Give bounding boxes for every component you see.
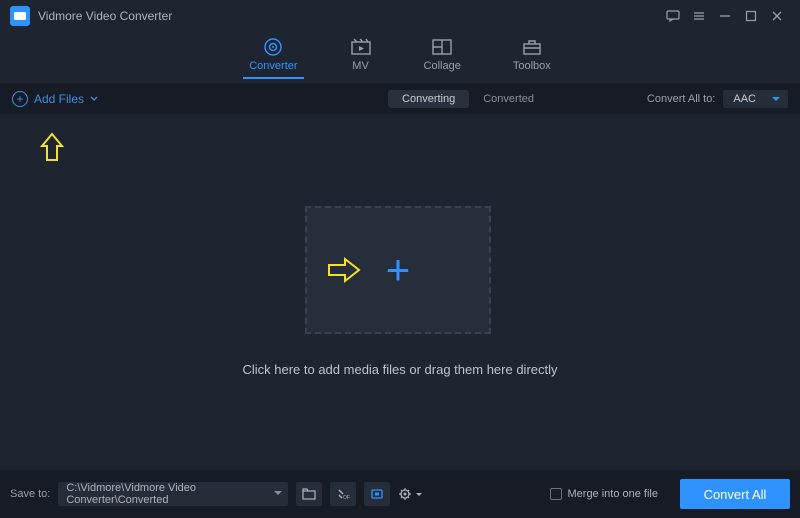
converting-tab[interactable]: Converting bbox=[388, 90, 469, 108]
footer: Save to: C:\Vidmore\Vidmore Video Conver… bbox=[0, 470, 800, 518]
titlebar: Vidmore Video Converter bbox=[0, 0, 800, 32]
tab-toolbox[interactable]: Toolbox bbox=[513, 38, 551, 78]
add-files-label: Add Files bbox=[34, 92, 84, 106]
status-segment: Converting Converted bbox=[388, 90, 534, 108]
chevron-down-icon bbox=[416, 493, 422, 499]
format-value: AAC bbox=[733, 93, 756, 105]
gpu-button[interactable] bbox=[364, 482, 390, 506]
annotation-arrow-up bbox=[40, 132, 64, 162]
save-path-select[interactable]: C:\Vidmore\Vidmore Video Converter\Conve… bbox=[58, 482, 288, 506]
add-files-button[interactable]: + Add Files bbox=[12, 91, 98, 107]
close-icon[interactable] bbox=[764, 3, 790, 29]
tab-mv[interactable]: MV bbox=[350, 38, 372, 78]
converted-tab[interactable]: Converted bbox=[483, 93, 534, 105]
checkbox-icon bbox=[550, 488, 562, 500]
open-folder-button[interactable] bbox=[296, 482, 322, 506]
convert-all-label: Convert All to: bbox=[647, 93, 715, 105]
merge-checkbox[interactable]: Merge into one file bbox=[550, 488, 659, 500]
chevron-down-icon bbox=[90, 96, 98, 102]
maximize-icon[interactable] bbox=[738, 3, 764, 29]
menu-icon[interactable] bbox=[686, 3, 712, 29]
main-tabs: Converter MV Collage Toolbox bbox=[0, 32, 800, 84]
main-area: + Click here to add media files or drag … bbox=[0, 114, 800, 470]
tab-converter[interactable]: Converter bbox=[249, 38, 297, 78]
plus-circle-icon: + bbox=[12, 91, 28, 107]
tab-label: Converter bbox=[249, 60, 297, 72]
convert-all-button[interactable]: Convert All bbox=[680, 479, 790, 509]
save-path-value: C:\Vidmore\Vidmore Video Converter\Conve… bbox=[66, 482, 280, 506]
settings-button[interactable] bbox=[398, 487, 422, 501]
converter-icon bbox=[262, 38, 284, 56]
convert-all-to: Convert All to: AAC bbox=[647, 90, 788, 108]
toolbar: + Add Files Converting Converted Convert… bbox=[0, 84, 800, 114]
feedback-icon[interactable] bbox=[660, 3, 686, 29]
app-logo bbox=[10, 6, 30, 26]
tab-label: Toolbox bbox=[513, 60, 551, 72]
save-to-label: Save to: bbox=[10, 488, 50, 500]
gear-icon bbox=[398, 487, 412, 501]
merge-label: Merge into one file bbox=[568, 488, 659, 500]
dropzone[interactable]: + bbox=[305, 206, 491, 334]
tab-collage[interactable]: Collage bbox=[424, 38, 461, 78]
speed-button[interactable]: OFF bbox=[330, 482, 356, 506]
toolbox-icon bbox=[521, 38, 543, 56]
dropzone-hint: Click here to add media files or drag th… bbox=[0, 362, 800, 377]
plus-icon: + bbox=[386, 246, 411, 294]
output-format-select[interactable]: AAC bbox=[723, 90, 788, 108]
chevron-down-icon bbox=[274, 491, 282, 499]
tab-label: Collage bbox=[424, 60, 461, 72]
app-title: Vidmore Video Converter bbox=[38, 9, 172, 23]
minimize-icon[interactable] bbox=[712, 3, 738, 29]
svg-text:OFF: OFF bbox=[343, 495, 350, 500]
tab-label: MV bbox=[352, 60, 369, 72]
collage-icon bbox=[431, 38, 453, 56]
mv-icon bbox=[350, 38, 372, 56]
convert-label: Convert All bbox=[704, 487, 767, 502]
